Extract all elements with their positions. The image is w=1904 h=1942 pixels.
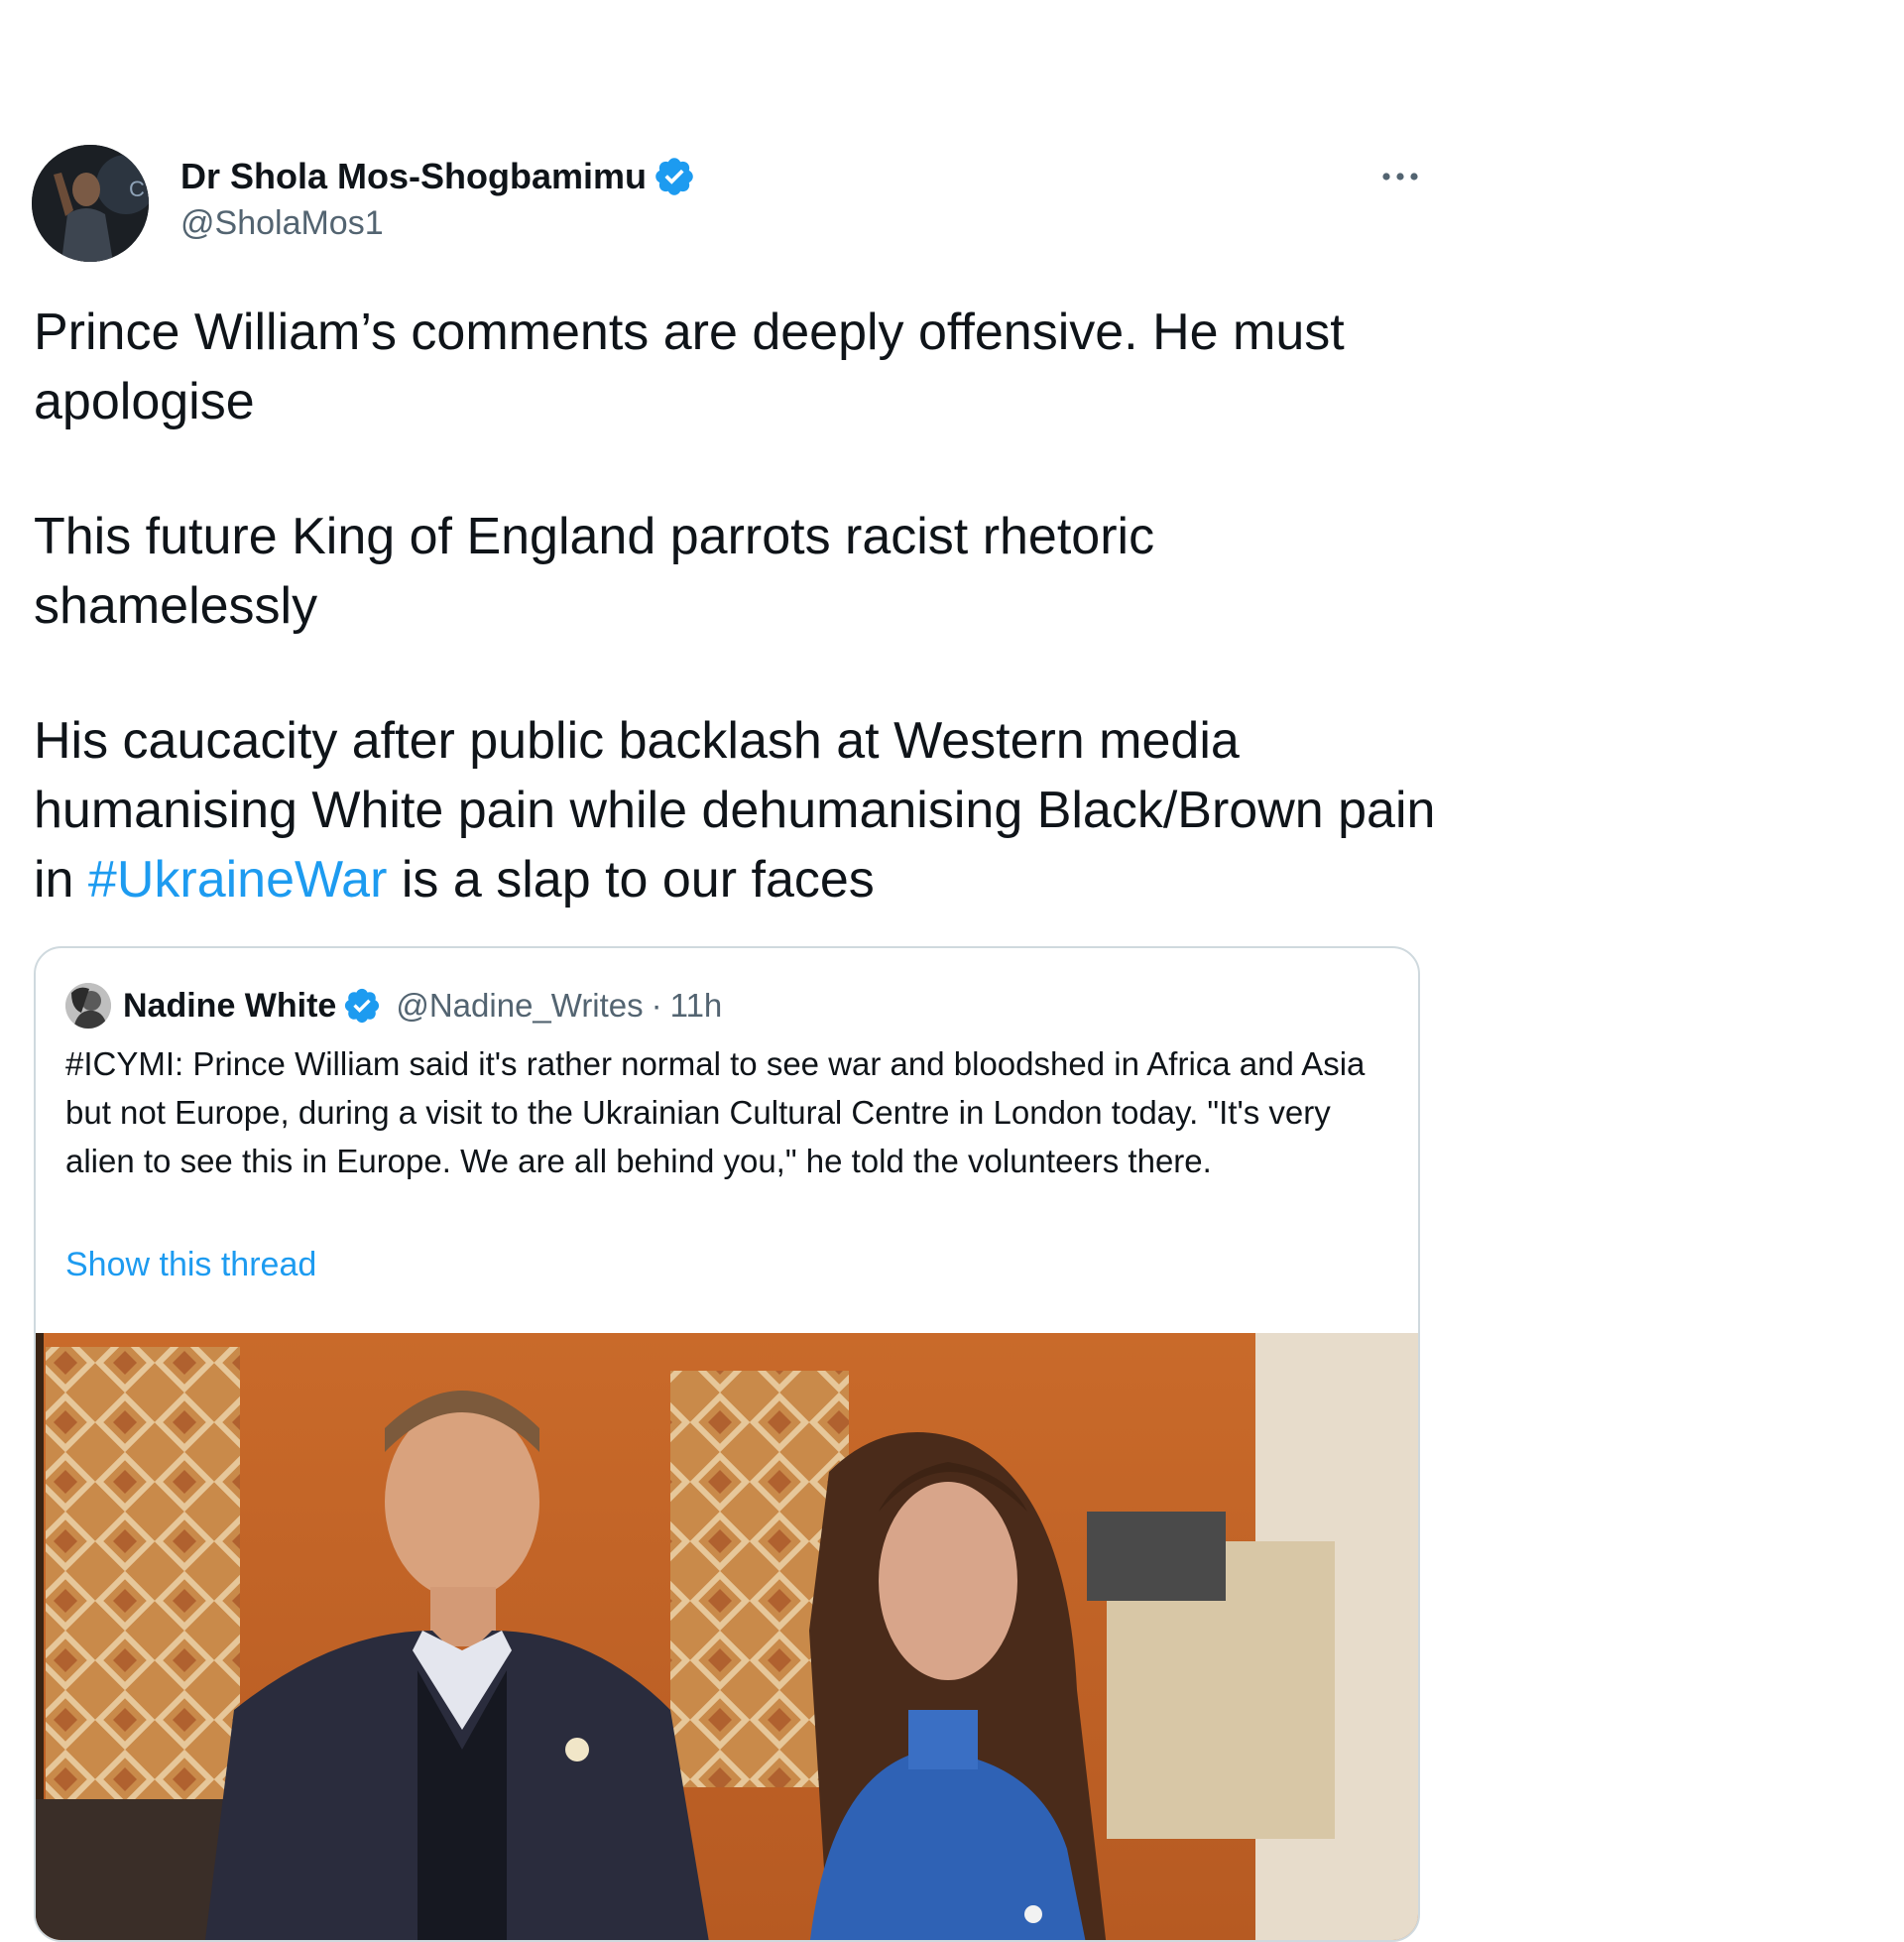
quoted-tweet-text: #ICYMI: Prince William said it's rather … [65,1045,1366,1179]
quoted-author-avatar[interactable] [65,983,111,1029]
avatar-photo: C [32,145,149,262]
more-options-button[interactable] [1372,149,1428,204]
tweet: C Dr Shola Mos-Shogbamimu @SholaMos1 Pri… [0,0,1904,1942]
show-thread-link[interactable]: Show this thread [65,1246,316,1284]
svg-text:C: C [129,177,145,201]
quoted-verified-badge-icon [345,988,380,1024]
quoted-tweet-image[interactable] [36,1333,1418,1940]
tweet-paragraph-3: His caucacity after public backlash at W… [34,706,1442,914]
royal-visit-photo [36,1333,1418,1940]
quoted-avatar-photo [65,983,111,1029]
verified-badge-icon [655,158,693,195]
tweet-paragraph-2: This future King of England parrots raci… [34,508,1155,635]
author-display-name[interactable]: Dr Shola Mos-Shogbamimu [180,156,647,197]
tweet-paragraph-1: Prince William’s comments are deeply off… [34,303,1345,430]
author-name-row: Dr Shola Mos-Shogbamimu [180,153,696,200]
author-handle[interactable]: @SholaMos1 [180,204,384,243]
quoted-timestamp[interactable]: 11h [670,987,723,1025]
more-options-icon [1382,173,1418,181]
hashtag-link[interactable]: #UkraineWar [88,851,388,909]
tweet-paragraph-3-end: is a slap to our faces [387,851,875,909]
tweet-text: Prince William’s comments are deeply off… [34,298,1442,914]
quoted-tweet[interactable]: Nadine White @Nadine_Writes · 11h #ICYMI… [34,946,1420,1942]
quoted-author-handle[interactable]: @Nadine_Writes [396,987,643,1025]
author-avatar[interactable]: C [32,145,149,262]
quoted-tweet-header: Nadine White @Nadine_Writes · 11h [65,982,722,1030]
quoted-author-name[interactable]: Nadine White [123,987,336,1026]
quoted-separator: · [651,987,662,1024]
